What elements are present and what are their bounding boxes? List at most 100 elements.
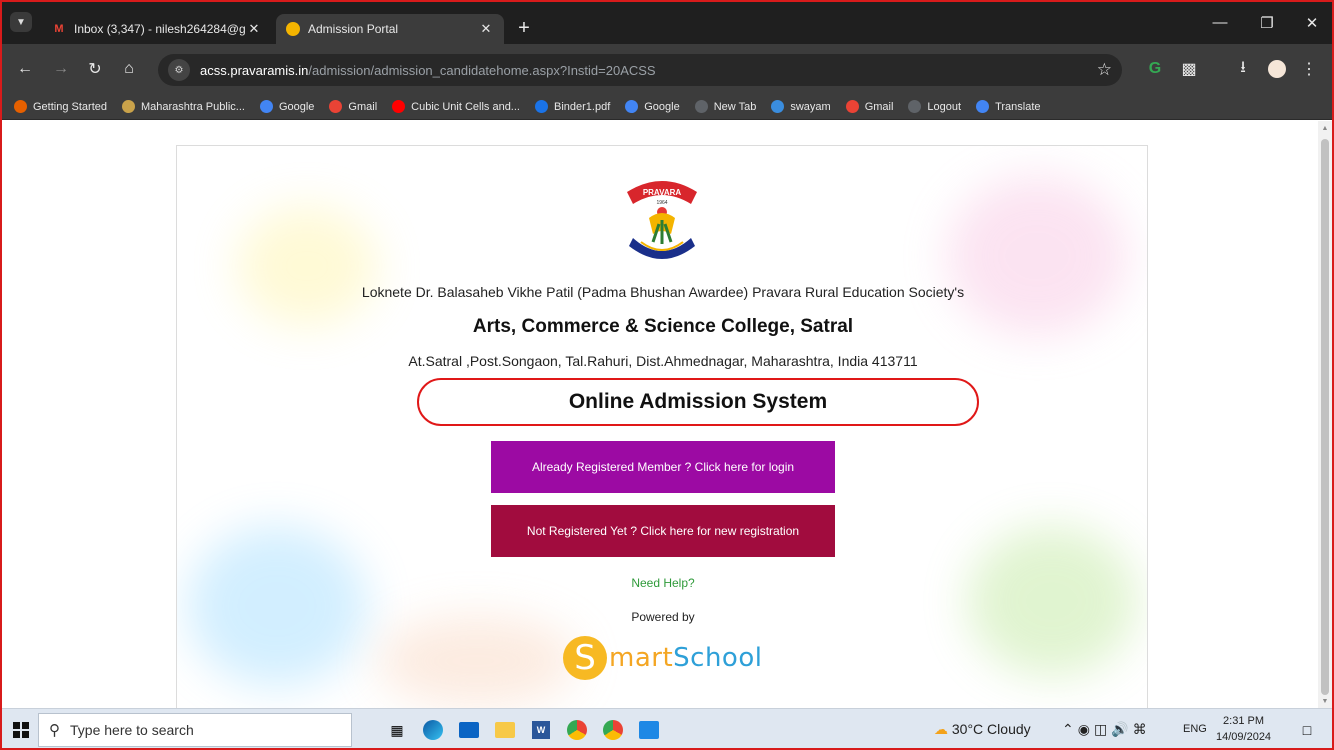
bookmark-item[interactable]: Gmail bbox=[329, 100, 377, 113]
bookmark-item[interactable]: swayam bbox=[771, 100, 831, 113]
bookmark-item[interactable]: Google bbox=[625, 100, 680, 113]
chrome-icon bbox=[908, 100, 922, 113]
bookmark-item[interactable]: Google bbox=[259, 100, 315, 113]
smart-school-s-icon: S bbox=[563, 636, 607, 680]
tab-search-chevron-icon[interactable]: ▼ bbox=[10, 12, 32, 32]
bookmark-item[interactable]: Binder1.pdf bbox=[534, 100, 611, 113]
mail-icon[interactable] bbox=[456, 717, 482, 743]
watercolor-decoration bbox=[237, 206, 377, 326]
scroll-up-icon[interactable]: ▲ bbox=[1321, 125, 1329, 132]
new-registration-button[interactable]: Not Registered Yet ? Click here for new … bbox=[491, 505, 835, 557]
grammarly-extension-icon[interactable]: G bbox=[1144, 58, 1166, 80]
tab-title: Inbox (3,347) - nilesh264284@g bbox=[74, 22, 246, 36]
google-icon bbox=[259, 100, 273, 113]
bookmark-label: Binder1.pdf bbox=[553, 100, 611, 113]
weather-cloud-icon: ☁ bbox=[934, 721, 948, 737]
home-icon[interactable]: ⌂ bbox=[118, 58, 140, 80]
profile-avatar-icon[interactable] bbox=[1266, 58, 1288, 80]
youtube-icon bbox=[392, 100, 406, 113]
scrollbar-thumb[interactable] bbox=[1321, 139, 1329, 695]
society-name: Loknete Dr. Balasaheb Vikhe Patil (Padma… bbox=[361, 284, 965, 300]
download-icon[interactable]: ⭳ bbox=[1232, 58, 1254, 80]
gmail-icon: M bbox=[54, 23, 64, 35]
college-address: At.Satral ,Post.Songaon, Tal.Rahuri, Dis… bbox=[408, 353, 918, 369]
gmail-icon bbox=[845, 100, 859, 113]
menu-kebab-icon[interactable]: ⋮ bbox=[1298, 58, 1320, 80]
bookmark-star-icon[interactable]: ☆ bbox=[1097, 60, 1112, 80]
watercolor-decoration bbox=[377, 616, 577, 706]
bookmark-item[interactable]: Getting Started bbox=[14, 100, 107, 113]
search-icon: ⚲ bbox=[49, 722, 60, 739]
bookmark-label: Logout bbox=[927, 100, 962, 113]
chrome-icon[interactable] bbox=[600, 717, 626, 743]
taskbar-clock[interactable]: 2:31 PM 14/09/2024 bbox=[1216, 713, 1271, 745]
browser-toolbar: ← → ↻ ⌂ ⚙ acss.pravaramis.in/admission/a… bbox=[0, 44, 1334, 94]
google-icon bbox=[625, 100, 639, 113]
word-icon[interactable]: W bbox=[528, 717, 554, 743]
chrome-profile-icon[interactable] bbox=[564, 717, 590, 743]
system-tray-icons[interactable]: ⌃◉◫🔊⌘ bbox=[1062, 721, 1151, 738]
taskbar-search-input[interactable]: ⚲ Type here to search bbox=[38, 713, 352, 747]
restore-icon[interactable]: ❐ bbox=[1257, 14, 1277, 32]
chrome-icon bbox=[694, 100, 708, 113]
weather-widget[interactable]: ☁ 30°C Cloudy bbox=[934, 721, 1031, 738]
bookmark-label: Google bbox=[644, 100, 680, 113]
bookmark-label: Translate bbox=[995, 100, 1041, 113]
bookmark-item[interactable]: New Tab bbox=[694, 100, 757, 113]
watercolor-decoration bbox=[947, 176, 1127, 336]
svg-text:PRAVARA: PRAVARA bbox=[643, 188, 682, 197]
windows-taskbar: ⚲ Type here to search ▦ W ☁ 30°C Cloudy … bbox=[0, 708, 1334, 750]
bookmark-label: Maharashtra Public... bbox=[141, 100, 245, 113]
back-arrow-icon[interactable]: ← bbox=[14, 58, 36, 80]
window-close-icon[interactable]: ✕ bbox=[1302, 14, 1322, 32]
globe-icon bbox=[534, 100, 548, 113]
tab-gmail-inbox[interactable]: M Inbox (3,347) - nilesh264284@g ✕ bbox=[42, 16, 272, 42]
site-info-icon[interactable]: ⚙ bbox=[168, 59, 190, 81]
browser-tab-strip: ▼ M Inbox (3,347) - nilesh264284@g ✕ Adm… bbox=[0, 0, 1334, 44]
bookmark-label: Google bbox=[278, 100, 315, 113]
bookmark-label: Gmail bbox=[864, 100, 894, 113]
swayam-icon bbox=[771, 100, 785, 113]
firefox-icon bbox=[14, 100, 27, 113]
svg-text:1964: 1964 bbox=[656, 200, 667, 206]
notifications-icon[interactable]: □ bbox=[1294, 717, 1320, 743]
bookmark-item[interactable]: Logout bbox=[908, 100, 961, 113]
page-scrollbar[interactable]: ▲ ▼ bbox=[1318, 121, 1332, 708]
tab-close-icon[interactable]: ✕ bbox=[246, 21, 262, 37]
bookmark-item[interactable]: Translate bbox=[976, 100, 1041, 113]
tab-title: Admission Portal bbox=[308, 22, 399, 36]
bookmarks-bar: Getting Started Maharashtra Public... Goog… bbox=[0, 94, 1334, 120]
need-help-link[interactable]: Need Help? bbox=[177, 576, 1147, 590]
scroll-down-icon[interactable]: ▼ bbox=[1321, 698, 1329, 705]
windows-start-icon[interactable] bbox=[8, 717, 34, 743]
portal-icon bbox=[286, 22, 300, 36]
extensions-puzzle-icon[interactable]: ▩ bbox=[1178, 58, 1200, 80]
translate-icon bbox=[976, 100, 990, 113]
forward-arrow-icon[interactable]: → bbox=[50, 58, 72, 80]
task-view-icon[interactable]: ▦ bbox=[384, 717, 410, 743]
bookmark-label: New Tab bbox=[713, 100, 757, 113]
file-explorer-icon[interactable] bbox=[492, 717, 518, 743]
college-name: Arts, Commerce & Science College, Satral bbox=[472, 316, 854, 337]
language-indicator[interactable]: ENG bbox=[1183, 723, 1207, 735]
highlight-ring: Online Admission System bbox=[417, 378, 979, 426]
address-bar[interactable]: ⚙ acss.pravaramis.in/admission/admission… bbox=[158, 54, 1122, 86]
page-title: Online Admission System bbox=[568, 390, 828, 413]
login-button[interactable]: Already Registered Member ? Click here f… bbox=[491, 441, 835, 493]
bookmark-label: Gmail bbox=[348, 100, 378, 113]
edge-icon[interactable] bbox=[420, 717, 446, 743]
bookmark-item[interactable]: Maharashtra Public... bbox=[122, 100, 245, 113]
admission-card: PRAVARA 1964 Loknete Dr. Balasaheb Vikhe… bbox=[176, 145, 1148, 708]
photos-icon[interactable] bbox=[636, 717, 662, 743]
tab-close-icon[interactable]: ✕ bbox=[478, 21, 494, 37]
page-viewport: PRAVARA 1964 Loknete Dr. Balasaheb Vikhe… bbox=[2, 121, 1318, 708]
bookmark-item[interactable]: Gmail bbox=[845, 100, 894, 113]
minimize-icon[interactable]: — bbox=[1210, 14, 1230, 31]
reload-icon[interactable]: ↻ bbox=[84, 58, 106, 80]
new-tab-plus-icon[interactable]: + bbox=[512, 16, 536, 40]
smart-school-wordmark: martSchool bbox=[609, 643, 763, 673]
bookmark-label: swayam bbox=[790, 100, 831, 113]
bookmark-label: Cubic Unit Cells and... bbox=[411, 100, 520, 113]
bookmark-item[interactable]: Cubic Unit Cells and... bbox=[392, 100, 520, 113]
tab-admission-portal[interactable]: Admission Portal ✕ bbox=[276, 14, 504, 44]
